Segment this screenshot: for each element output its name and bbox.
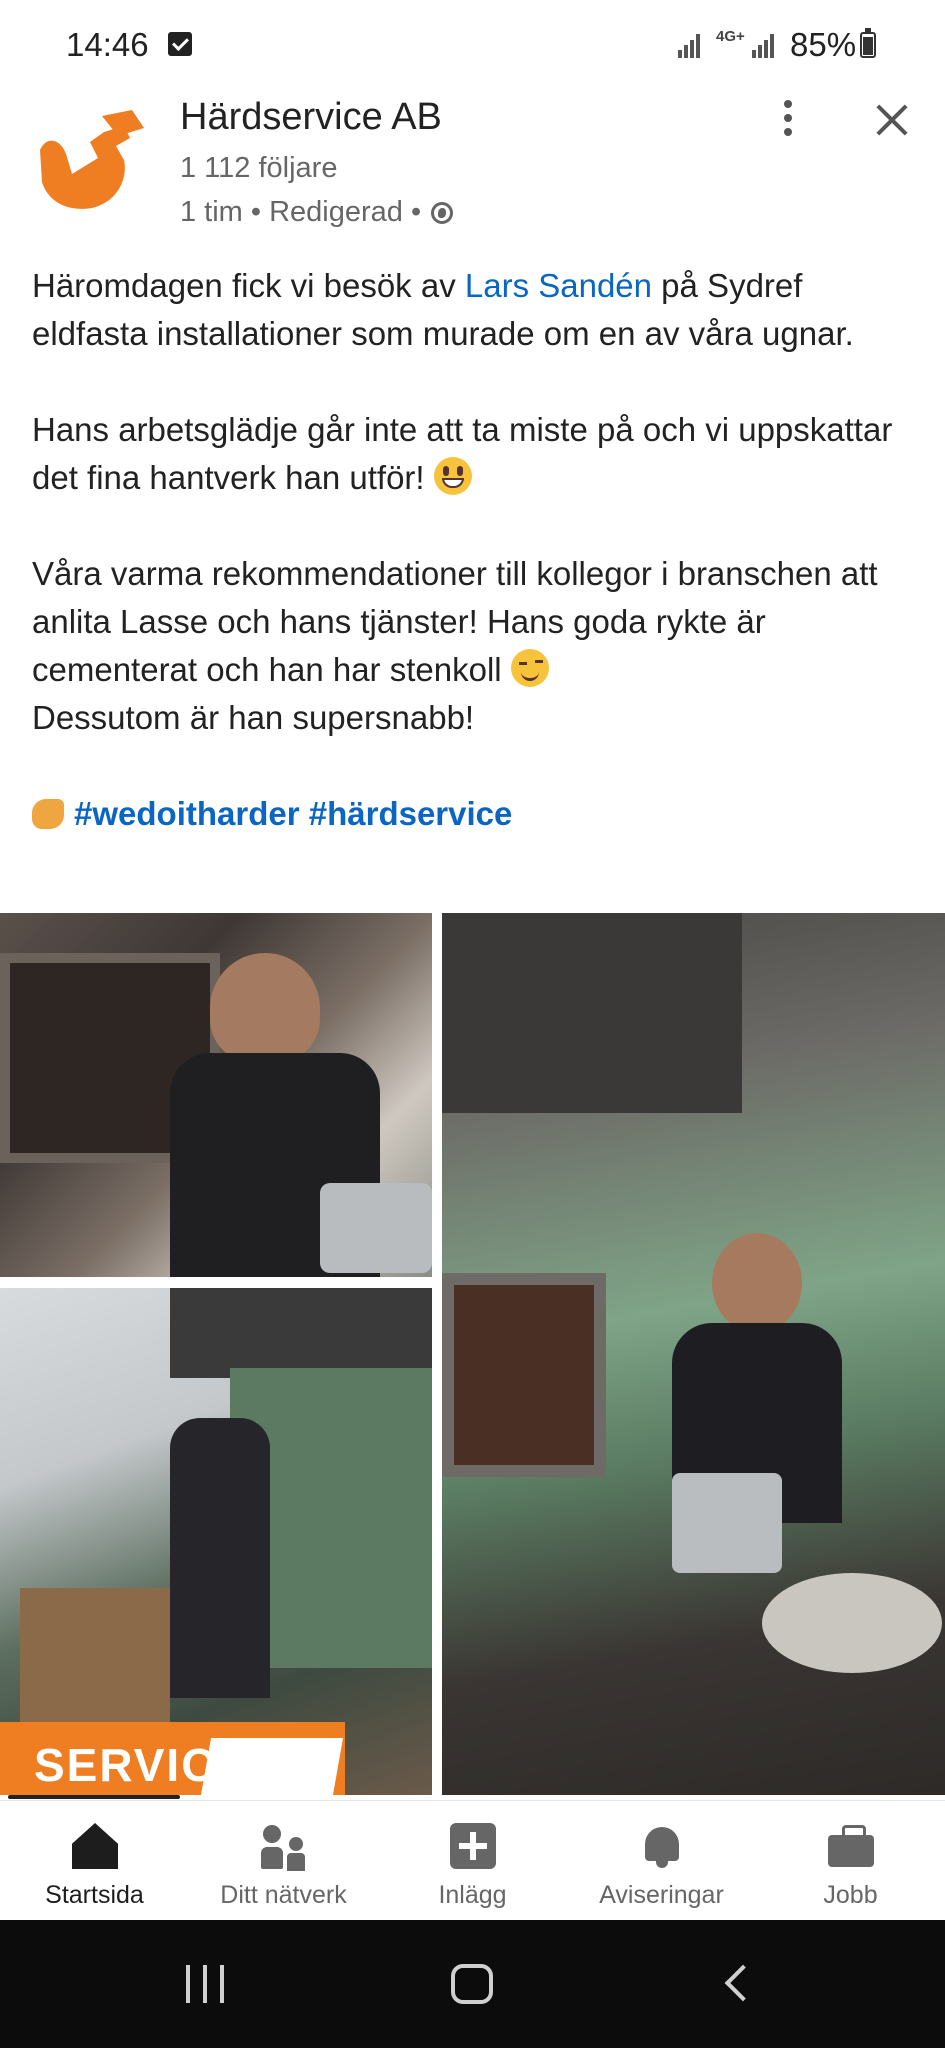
service-banner-text: SERVICE [34,1739,250,1791]
follower-count: 1 112 följare [180,152,338,184]
post-text-span: Häromdagen fick vi besök av [32,267,465,304]
post-meta-text: 1 tim • Redigerad • [180,196,422,228]
bottom-nav: Startsida Ditt nätverk Inlägg Aviseringa… [0,1800,945,1921]
hashtags: #wedoitharder #härdservice [32,790,912,838]
flexed-biceps-icon [32,799,64,829]
post-image-2[interactable] [0,1288,432,1795]
recents-icon[interactable] [186,1965,226,2003]
wifi-signal-icon [678,34,702,58]
post-image-3[interactable] [442,913,945,1795]
company-name[interactable]: Härdservice AB [180,96,442,139]
cell-signal-icon [752,34,776,58]
globe-icon [431,201,454,224]
nav-home[interactable]: Startsida [0,1801,189,1921]
company-logo[interactable] [32,108,152,218]
grinning-emoji-icon [433,457,472,495]
mention-link[interactable]: Lars Sandén [465,267,652,304]
home-icon [72,1823,118,1869]
furnace-hood [442,913,742,1113]
furnace-hood [170,1288,432,1378]
post-paragraph-3: Våra varma rekommendationer till kollego… [32,550,912,694]
add-post-icon [450,1823,496,1869]
close-icon[interactable] [870,98,914,142]
bucket [672,1473,782,1573]
hashtag-hardservice[interactable]: #härdservice [309,795,513,832]
network-type-label: 4G+ [716,28,745,45]
nav-label: Aviseringar [599,1881,724,1909]
hashtag-wedoitharder[interactable]: #wedoitharder [74,795,300,832]
post-body: Häromdagen fick vi besök av Lars Sandén … [32,262,912,886]
nav-label: Inlägg [438,1881,507,1909]
nav-label: Startsida [45,1881,144,1909]
nav-network[interactable]: Ditt nätverk [189,1801,378,1921]
nav-label: Ditt nätverk [220,1881,347,1909]
post-paragraph-2: Hans arbetsglädje går inte att ta miste … [32,406,912,502]
worker-head [712,1233,802,1333]
notification-check-icon [168,32,192,56]
worker-figure [170,1418,270,1698]
home-button-icon[interactable] [451,1964,493,2004]
more-options-icon[interactable] [776,96,800,140]
post-meta: 1 tim • Redigerad • [180,196,454,229]
status-bar: 14:46 4G+ 85% [0,0,945,90]
back-icon[interactable] [722,1966,752,2002]
nav-notifications[interactable]: Aviseringar [567,1801,756,1921]
post-image-1[interactable] [0,913,432,1277]
briefcase-icon [828,1823,874,1869]
post-paragraph-4: Dessutom är han supersnabb! [32,694,912,742]
battery-icon [860,28,876,58]
bell-icon [639,1823,685,1869]
network-icon [261,1823,307,1869]
nav-jobs[interactable]: Jobb [756,1801,945,1921]
system-nav-bar [0,1920,945,2048]
bucket-lid [762,1573,942,1673]
furnace-opening [442,1273,606,1477]
worker-head [210,953,320,1063]
nav-label: Jobb [823,1881,878,1909]
post-text-span: Dessutom är han supersnabb! [32,699,475,736]
post-paragraph-1: Häromdagen fick vi besök av Lars Sandén … [32,262,912,358]
battery-percent: 85% [790,26,857,63]
status-time: 14:46 [66,26,149,63]
pallets [20,1588,170,1728]
winking-emoji-icon [510,649,549,687]
scroll-indicator [8,1795,180,1799]
nav-post[interactable]: Inlägg [378,1801,567,1921]
bucket [320,1183,432,1273]
post-text-span: Våra varma rekommendationer till kollego… [32,555,878,688]
